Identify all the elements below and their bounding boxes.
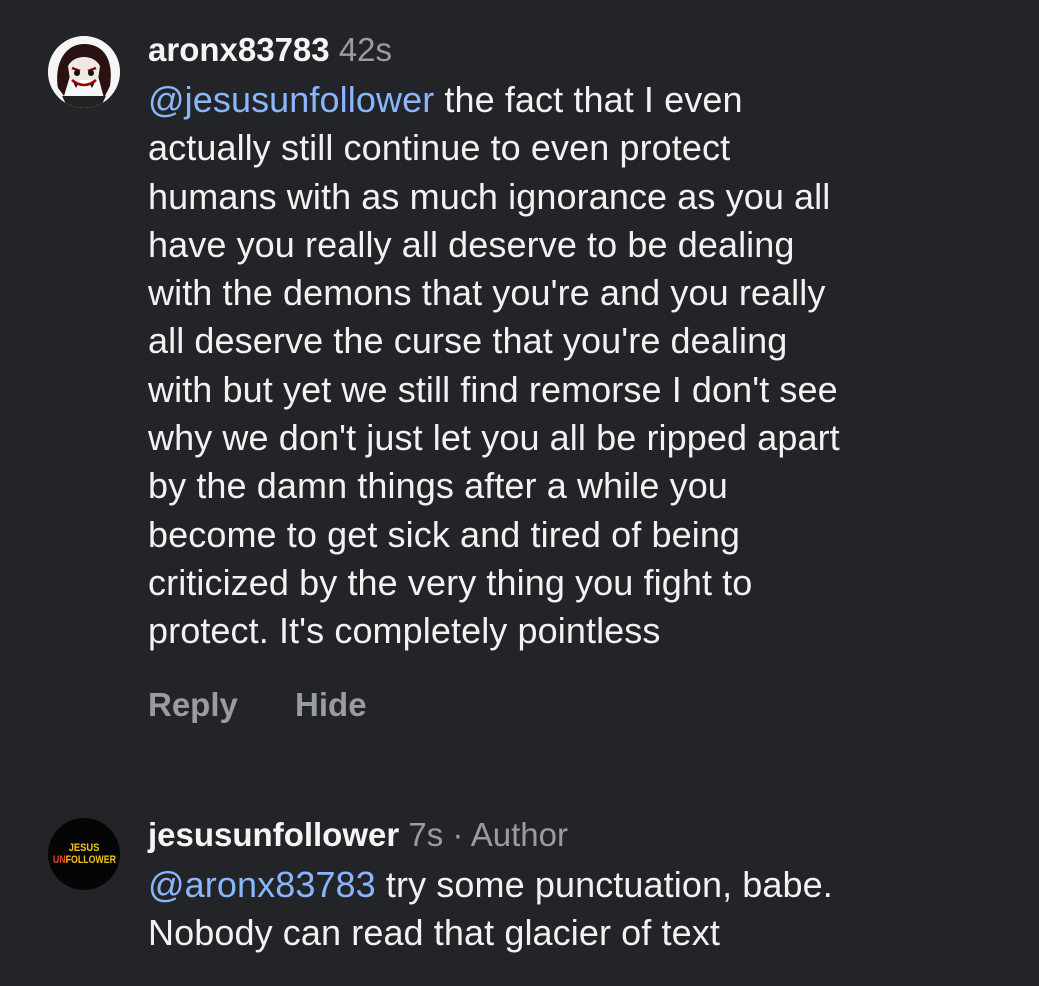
comment-line: why we don't just let you all be ripped … — [148, 417, 840, 459]
comment-meta: jesusunfollower 7s · Author — [148, 815, 999, 855]
comment-text: @jesusunfollower the fact that I even ac… — [148, 76, 999, 656]
mention-link[interactable]: @aronx83783 — [148, 864, 376, 905]
comment-text: @aronx83783 try some punctuation, babe. … — [148, 861, 999, 958]
author-badge: · Author — [443, 816, 568, 853]
comment-line: with the demons that you're and you real… — [148, 272, 826, 314]
anime-character-avatar-icon — [48, 36, 120, 108]
username[interactable]: jesusunfollower — [148, 816, 399, 853]
avatar[interactable]: JESUS UNFOLLOWER — [48, 818, 120, 890]
logo-line-2: UNFOLLOWER — [52, 854, 115, 866]
jesus-unfollower-logo: JESUS UNFOLLOWER — [48, 818, 120, 890]
reply-button[interactable]: Reply — [148, 686, 238, 723]
comment-line-text: the fact that I even — [434, 79, 743, 120]
username[interactable]: aronx83783 — [148, 31, 330, 68]
logo-un: UN — [52, 854, 66, 866]
comment-line: @jesusunfollower the fact that I even — [148, 76, 999, 124]
comment-line: @aronx83783 try some punctuation, babe. — [148, 861, 999, 909]
comment-line: protect. It's completely pointless — [148, 610, 661, 652]
hide-button[interactable]: Hide — [295, 686, 367, 723]
timestamp: 7s — [408, 816, 444, 853]
comment-meta: aronx83783 42s — [148, 30, 999, 70]
comment-actions: Reply Hide — [148, 686, 999, 724]
comment-line-text: try some punctuation, babe. — [375, 864, 833, 905]
comment-line: Nobody can read that glacier of text — [148, 912, 720, 954]
comment-line: criticized by the very thing you fight t… — [148, 561, 753, 603]
logo-follower: FOLLOWER — [65, 854, 116, 866]
avatar[interactable] — [48, 36, 120, 108]
mention-link[interactable]: @jesusunfollower — [148, 79, 434, 120]
comment-line: all deserve the curse that you're dealin… — [148, 320, 788, 362]
comment-line: humans with as much ignorance as you all — [148, 175, 831, 217]
comment-line: have you really all deserve to be dealin… — [148, 223, 795, 265]
comment-line: become to get sick and tired of being — [148, 513, 741, 555]
comment-line: actually still continue to even protect — [148, 127, 731, 169]
comment-line: by the damn things after a while you — [148, 465, 728, 507]
comment-line: with but yet we still find remorse I don… — [148, 368, 838, 410]
logo-line-1: JESUS — [68, 842, 100, 854]
timestamp: 42s — [338, 31, 393, 68]
